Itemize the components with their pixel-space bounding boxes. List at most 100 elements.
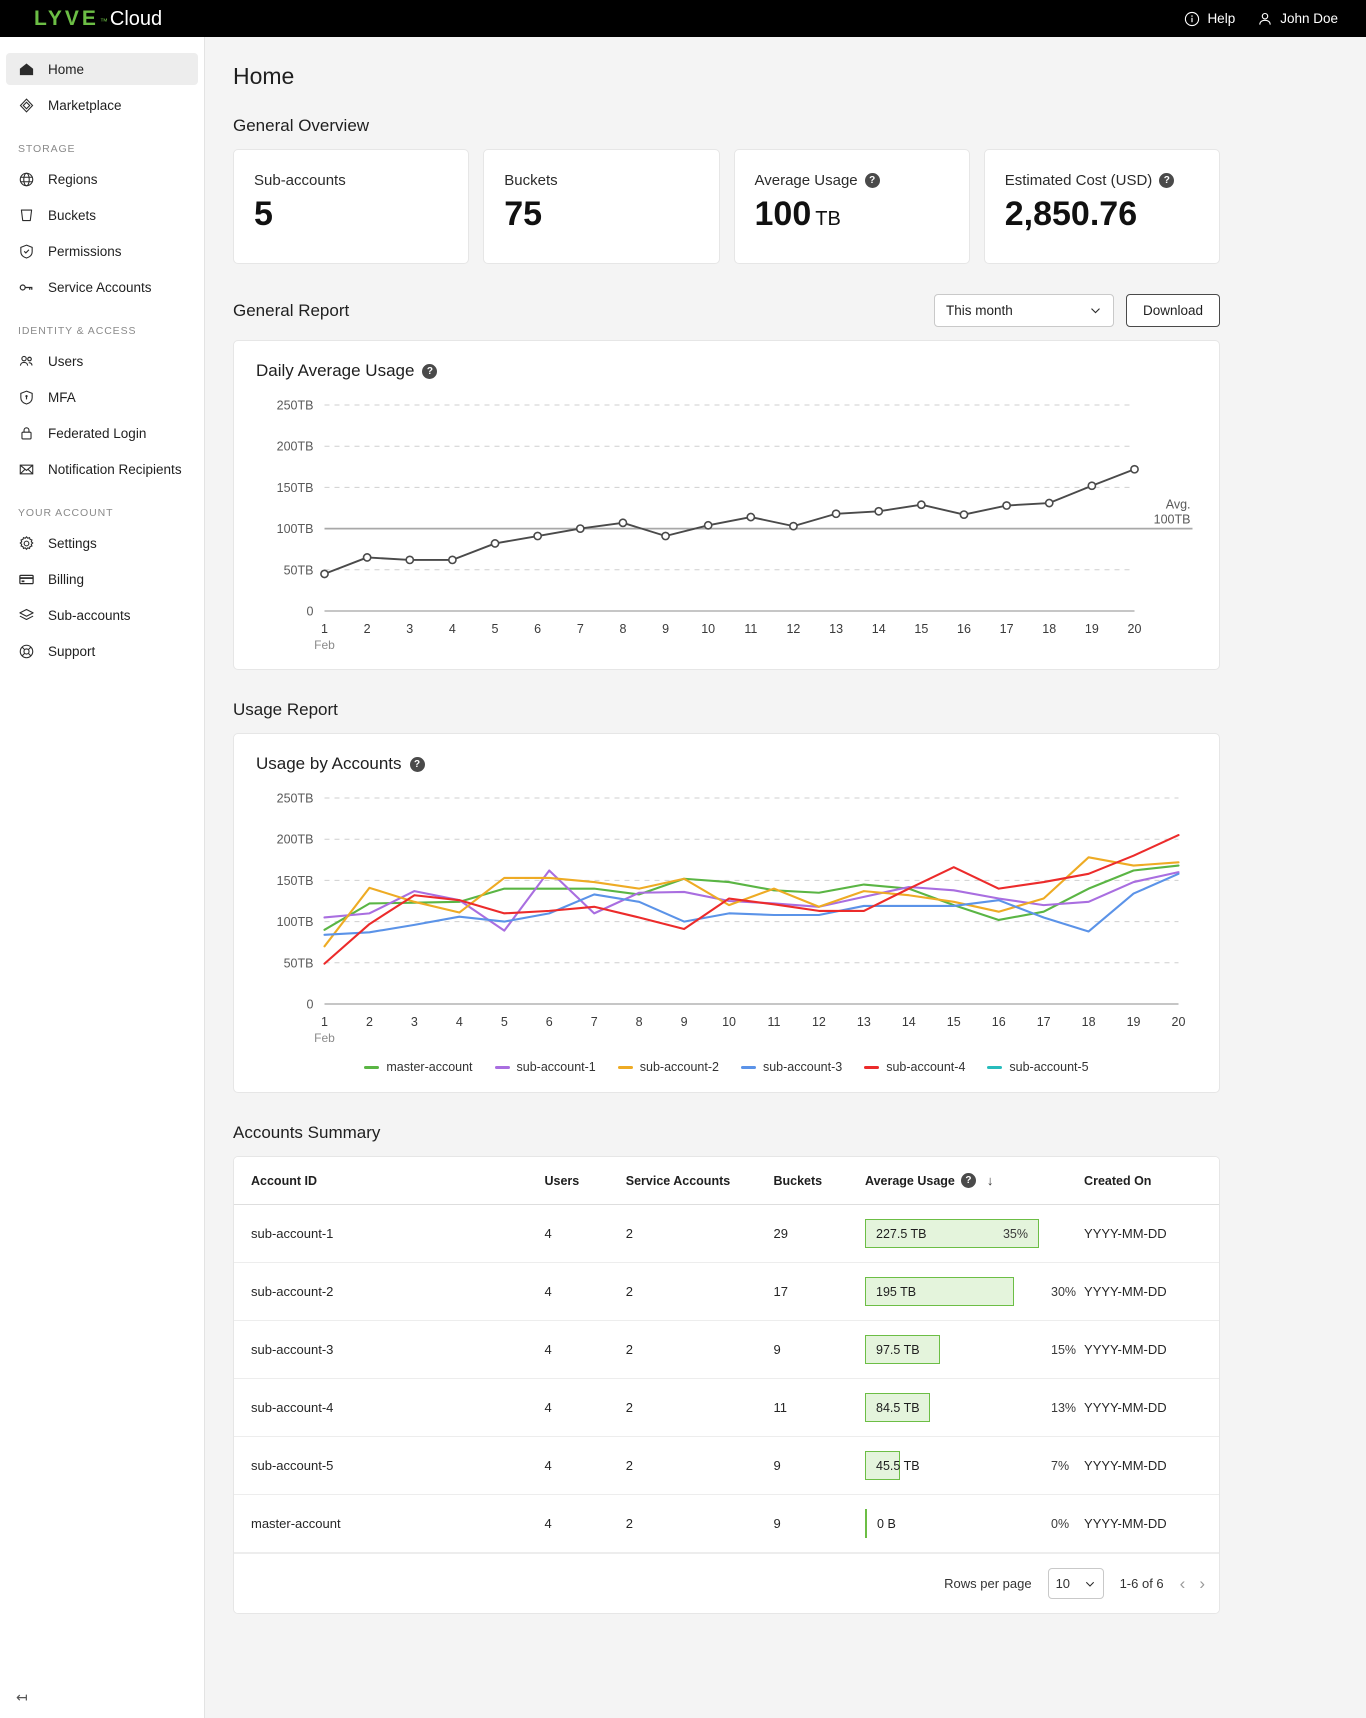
sidebar-item-regions[interactable]: Regions: [6, 163, 198, 195]
sidebar-item-users[interactable]: Users: [6, 345, 198, 377]
logo-trademark: ™: [100, 16, 108, 29]
sidebar-item-marketplace[interactable]: Marketplace: [6, 89, 198, 121]
svg-text:12: 12: [812, 1015, 826, 1029]
table-row[interactable]: sub-account-542945.5 TB7%YYYY-MM-DD: [234, 1437, 1219, 1495]
legend-label: sub-account-4: [886, 1060, 965, 1074]
cell-account-id: sub-account-5: [234, 1437, 544, 1495]
cell-average-usage: 45.5 TB 7%: [865, 1437, 1076, 1495]
svg-text:100TB: 100TB: [277, 915, 314, 929]
usage-by-accounts-help-icon[interactable]: ?: [410, 757, 425, 772]
legend-item-sub-account-3[interactable]: sub-account-3: [741, 1060, 842, 1074]
rows-per-page-value: 10: [1056, 1576, 1070, 1591]
legend-color-swatch: [987, 1066, 1002, 1069]
sidebar-item-permissions[interactable]: Permissions: [6, 235, 198, 267]
overview-card-estimated-cost-usd: Estimated Cost (USD)?2,850.76: [984, 149, 1220, 264]
lyve-cloud-logo[interactable]: LYVE ™ Cloud: [16, 8, 162, 29]
cell-users: 4: [544, 1321, 625, 1379]
usage-bar: 227.5 TB35%: [865, 1219, 1039, 1248]
svg-text:3: 3: [411, 1015, 418, 1029]
sidebar-item-billing[interactable]: Billing: [6, 563, 198, 595]
average-usage-help-icon[interactable]: ?: [961, 1173, 976, 1188]
sidebar-item-settings[interactable]: Settings: [6, 527, 198, 559]
column-header-created-on[interactable]: Created On: [1076, 1157, 1219, 1205]
cell-account-id: sub-account-3: [234, 1321, 544, 1379]
sidebar-item-label: Permissions: [48, 244, 122, 259]
overview-cards: Sub-accounts5Buckets75Average Usage?100T…: [233, 149, 1220, 264]
table-header-row: Account IDUsers Service Accounts Buckets Av…: [234, 1157, 1219, 1205]
sidebar-item-sub-accounts[interactable]: Sub-accounts: [6, 599, 198, 631]
svg-text:16: 16: [992, 1015, 1006, 1029]
sidebar-item-notification-recipients[interactable]: Notification Recipients: [6, 453, 198, 485]
svg-text:13: 13: [857, 1015, 871, 1029]
column-header-label: Created On: [1084, 1174, 1151, 1188]
daily-average-usage-chart: 050TB100TB150TB200TB250TBAvg.100TB123456…: [256, 395, 1197, 657]
column-header-label: Users: [544, 1174, 579, 1188]
sidebar-item-label: Settings: [48, 536, 97, 551]
daily-average-usage-help-icon[interactable]: ?: [422, 364, 437, 379]
table-pagination: Rows per page 10 1-6 of 6 ‹ ›: [234, 1553, 1219, 1613]
overview-card-value-text: 75: [504, 195, 542, 233]
cell-created-on: YYYY-MM-DD: [1076, 1379, 1219, 1437]
sidebar-item-service-accounts[interactable]: Service Accounts: [6, 271, 198, 303]
collapse-sidebar-icon[interactable]: ↤: [16, 1689, 28, 1706]
usage-percent: 7%: [1051, 1459, 1069, 1473]
sidebar-item-home[interactable]: Home: [6, 53, 198, 85]
rows-per-page-select[interactable]: 10: [1048, 1568, 1104, 1599]
sidebar-section-your-account: YOUR ACCOUNT: [0, 507, 204, 519]
sidebar-item-federated-login[interactable]: Federated Login: [6, 417, 198, 449]
column-header-label: Service Accounts: [626, 1174, 730, 1188]
usage-bar: 45.5 TB: [865, 1451, 900, 1480]
overview-card-value-text: 5: [254, 195, 273, 233]
svg-text:100TB: 100TB: [1154, 513, 1191, 527]
column-header-label: Average Usage: [865, 1174, 955, 1188]
svg-text:4: 4: [449, 622, 456, 636]
user-menu[interactable]: John Doe: [1257, 11, 1338, 27]
legend-item-sub-account-2[interactable]: sub-account-2: [618, 1060, 719, 1074]
usage-report-heading: Usage Report: [233, 700, 1220, 720]
svg-text:3: 3: [406, 622, 413, 636]
chevron-left-icon[interactable]: ‹: [1180, 1575, 1186, 1592]
usage-percent: 30%: [1051, 1285, 1076, 1299]
column-header-account-id[interactable]: Account ID: [234, 1157, 544, 1205]
sidebar-item-mfa[interactable]: MFA: [6, 381, 198, 413]
table-row[interactable]: sub-account-4421184.5 TB13%YYYY-MM-DD: [234, 1379, 1219, 1437]
sidebar-item-support[interactable]: Support: [6, 635, 198, 667]
chevron-right-icon[interactable]: ›: [1199, 1575, 1205, 1592]
legend-item-sub-account-4[interactable]: sub-account-4: [864, 1060, 965, 1074]
legend-item-sub-account-5[interactable]: sub-account-5: [987, 1060, 1088, 1074]
sort-descending-icon[interactable]: ↓: [987, 1173, 994, 1188]
download-button[interactable]: Download: [1126, 294, 1220, 327]
legend-item-master-account[interactable]: master-account: [364, 1060, 472, 1074]
table-row[interactable]: sub-account-14229227.5 TB35%YYYY-MM-DD: [234, 1205, 1219, 1263]
svg-text:6: 6: [546, 1015, 553, 1029]
logo-cloud-text: Cloud: [110, 9, 162, 29]
svg-text:6: 6: [534, 622, 541, 636]
home-icon: [18, 61, 35, 78]
overview-card-help-icon[interactable]: ?: [865, 173, 880, 188]
column-header-label: Buckets: [773, 1174, 822, 1188]
svg-text:5: 5: [492, 622, 499, 636]
column-header-buckets[interactable]: Buckets: [773, 1157, 865, 1205]
cell-buckets: 9: [773, 1437, 865, 1495]
sidebar-item-label: Service Accounts: [48, 280, 152, 295]
table-row[interactable]: sub-account-24217195 TB30%YYYY-MM-DD: [234, 1263, 1219, 1321]
overview-card-help-icon[interactable]: ?: [1159, 173, 1174, 188]
globe-icon: [18, 171, 35, 188]
table-row[interactable]: master-account4290 B0%YYYY-MM-DD: [234, 1495, 1219, 1553]
shield-dot-icon: [18, 389, 35, 406]
sidebar-item-buckets[interactable]: Buckets: [6, 199, 198, 231]
column-header-users[interactable]: Users: [544, 1157, 625, 1205]
period-select[interactable]: This month: [934, 294, 1114, 327]
cell-buckets: 9: [773, 1495, 865, 1553]
usage-bar: 195 TB: [865, 1277, 1014, 1306]
table-row[interactable]: sub-account-342997.5 TB15%YYYY-MM-DD: [234, 1321, 1219, 1379]
legend-item-sub-account-1[interactable]: sub-account-1: [495, 1060, 596, 1074]
svg-text:20: 20: [1172, 1015, 1186, 1029]
report-controls: This month Download: [934, 294, 1220, 327]
legend-label: sub-account-2: [640, 1060, 719, 1074]
column-header-service-accounts[interactable]: Service Accounts: [626, 1157, 774, 1205]
column-header-average-usage[interactable]: Average Usage? ↓: [865, 1157, 1076, 1205]
help-button[interactable]: Help: [1184, 11, 1235, 27]
legend-color-swatch: [618, 1066, 633, 1069]
legend-color-swatch: [364, 1066, 379, 1069]
